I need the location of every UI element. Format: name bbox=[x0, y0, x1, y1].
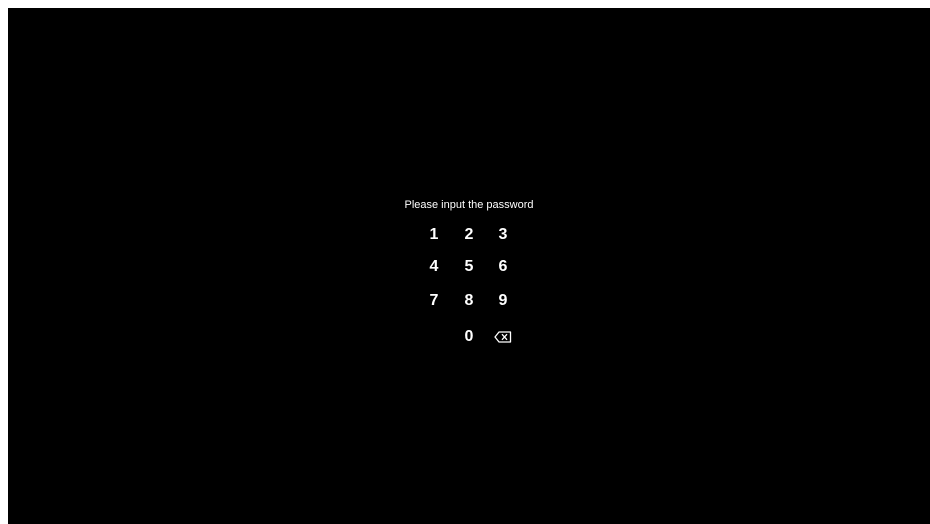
key-9[interactable]: 9 bbox=[488, 289, 518, 313]
key-1[interactable]: 1 bbox=[419, 223, 449, 247]
key-3[interactable]: 3 bbox=[488, 223, 518, 247]
lock-screen: Please input the password 1 2 3 4 5 6 7 … bbox=[8, 8, 930, 524]
key-6[interactable]: 6 bbox=[488, 255, 518, 279]
key-2[interactable]: 2 bbox=[454, 223, 484, 247]
key-8[interactable]: 8 bbox=[454, 289, 484, 313]
key-7[interactable]: 7 bbox=[419, 289, 449, 313]
key-0[interactable]: 0 bbox=[454, 325, 484, 349]
backspace-icon bbox=[494, 331, 512, 343]
key-4[interactable]: 4 bbox=[419, 255, 449, 279]
password-prompt: Please input the password bbox=[404, 199, 534, 211]
key-5[interactable]: 5 bbox=[454, 255, 484, 279]
backspace-button[interactable] bbox=[488, 325, 518, 349]
